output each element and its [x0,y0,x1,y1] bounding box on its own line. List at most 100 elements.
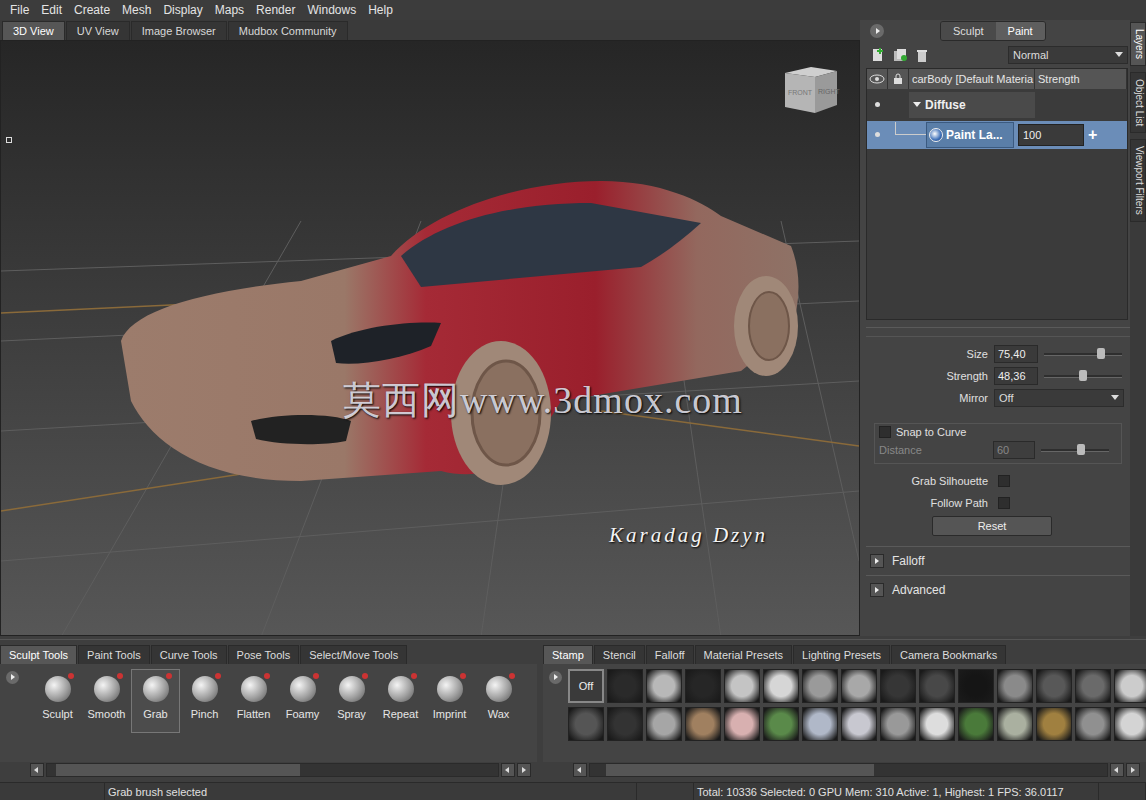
stamp-thumbnail[interactable] [1114,669,1146,703]
slider-thumb[interactable] [1097,348,1105,359]
tool-button[interactable]: Pinch [180,669,229,733]
view-tab[interactable]: Image Browser [131,21,227,40]
blend-mode-dropdown[interactable]: Normal [1008,46,1128,64]
duplicate-layer-icon[interactable] [892,47,908,63]
stamp-thumbnail[interactable] [958,707,994,741]
value-field[interactable]: 75,40 [994,345,1038,363]
reset-button[interactable]: Reset [932,516,1052,536]
tool-tab[interactable]: Pose Tools [228,645,300,664]
tool-button[interactable]: Smooth [82,669,131,733]
stamp-thumbnail[interactable] [802,707,838,741]
value-field[interactable]: 48,36 [994,367,1038,385]
check-row[interactable]: Follow Path [866,492,1130,514]
menu-item[interactable]: Maps [209,3,250,17]
stamp-thumbnail[interactable] [841,669,877,703]
stamp-thumbnail[interactable] [763,707,799,741]
tray-splitter[interactable] [0,636,1146,644]
mode-button[interactable]: Paint [996,22,1045,40]
stamp-thumbnail[interactable] [646,707,682,741]
stamp-thumbnail[interactable] [1075,707,1111,741]
stamp-thumbnail[interactable] [880,669,916,703]
tool-tab[interactable]: Sculpt Tools [0,645,77,664]
tool-tab[interactable]: Curve Tools [151,645,227,664]
tray-tab[interactable]: Falloff [646,645,694,664]
layer-row[interactable]: Paint La...100+ [867,121,1127,149]
slider-thumb[interactable] [1079,370,1087,381]
stamp-thumbnail[interactable] [802,669,838,703]
slider[interactable] [1044,347,1122,361]
tool-button[interactable]: Wax [474,669,523,733]
strength-field[interactable]: 100 [1018,124,1084,146]
viewport-3d[interactable]: FRONTRIGHT莫西网www.3dmox.comKaradag Dzyn [0,40,860,636]
slider[interactable] [1044,369,1122,383]
check-row[interactable]: Grab Silhouette [866,470,1130,492]
tray-tab[interactable]: Lighting Presets [793,645,890,664]
stamp-thumbnail[interactable] [880,707,916,741]
section-expander-icon[interactable] [870,583,884,597]
stamp-thumbnail[interactable] [1075,669,1111,703]
tool-tab[interactable]: Paint Tools [78,645,150,664]
tool-button[interactable]: Foamy [278,669,327,733]
snap-checkbox-row[interactable]: Snap to Curve [879,426,1117,438]
slider-thumb[interactable] [1077,444,1085,455]
checkbox[interactable] [879,426,891,438]
stamp-thumbnail[interactable] [607,669,643,703]
scroll-left-icon[interactable] [30,763,44,777]
side-tab[interactable]: Object List [1130,72,1146,133]
tray-menu-button[interactable] [6,671,19,684]
scroll-right-icon[interactable] [517,763,531,777]
stamp-thumbnail[interactable] [646,669,682,703]
menu-item[interactable]: File [4,3,35,17]
menu-item[interactable]: Display [157,3,208,17]
menu-item[interactable]: Mesh [116,3,157,17]
visibility-toggle[interactable] [867,102,887,107]
scroll-left-icon[interactable] [573,763,587,777]
trash-icon[interactable] [914,47,930,63]
stamp-thumbnail[interactable] [958,669,994,703]
view-tab[interactable]: UV View [66,21,130,40]
scroll-right-icon[interactable] [1126,763,1140,777]
checkbox[interactable] [998,475,1010,487]
tool-button[interactable]: Flatten [229,669,278,733]
car-model[interactable] [121,181,799,485]
tray-tab[interactable]: Camera Bookmarks [891,645,1006,664]
view-cube[interactable]: FRONTRIGHT [781,63,841,115]
tool-tab[interactable]: Select/Move Tools [300,645,407,664]
stamp-off[interactable]: Off [568,669,604,703]
tool-button[interactable]: Grab [131,669,180,733]
view-tab[interactable]: Mudbox Community [228,21,348,40]
stamp-thumbnail[interactable] [685,669,721,703]
collapse-button[interactable] [870,24,884,38]
new-layer-icon[interactable] [870,47,886,63]
stamp-thumbnail[interactable] [997,669,1033,703]
visibility-column[interactable] [867,69,888,89]
side-tab[interactable]: Viewport Filters [1130,139,1146,222]
side-tab[interactable]: Layers [1130,22,1146,66]
stamp-thumbnail[interactable] [841,707,877,741]
visibility-toggle[interactable] [867,132,887,137]
tool-button[interactable]: Spray [327,669,376,733]
stamp-thumbnail[interactable] [997,707,1033,741]
layer-row[interactable]: Diffuse [867,91,1127,119]
scroll-left-icon[interactable] [1110,763,1124,777]
tool-button[interactable]: Repeat [376,669,425,733]
tray-tab[interactable]: Material Presets [695,645,792,664]
tool-button[interactable]: Sculpt [33,669,82,733]
menu-item[interactable]: Edit [35,3,68,17]
stamp-thumbnail[interactable] [724,707,760,741]
stamp-thumbnail[interactable] [685,707,721,741]
mirror-dropdown[interactable]: Off [994,389,1124,407]
view-tab[interactable]: 3D View [2,21,65,40]
menu-item[interactable]: Windows [301,3,362,17]
menu-item[interactable]: Render [250,3,301,17]
checkbox[interactable] [998,497,1010,509]
distance-slider[interactable] [1041,443,1109,457]
panel-splitter[interactable] [866,322,1130,334]
stamp-thumbnail[interactable] [1036,669,1072,703]
section-expander-icon[interactable] [870,554,884,568]
stamp-thumbnail[interactable] [568,707,604,741]
expand-arrow-icon[interactable] [913,102,921,107]
stamp-scrollbar[interactable] [543,762,1146,778]
menu-item[interactable]: Help [362,3,399,17]
stamp-thumbnail[interactable] [607,707,643,741]
